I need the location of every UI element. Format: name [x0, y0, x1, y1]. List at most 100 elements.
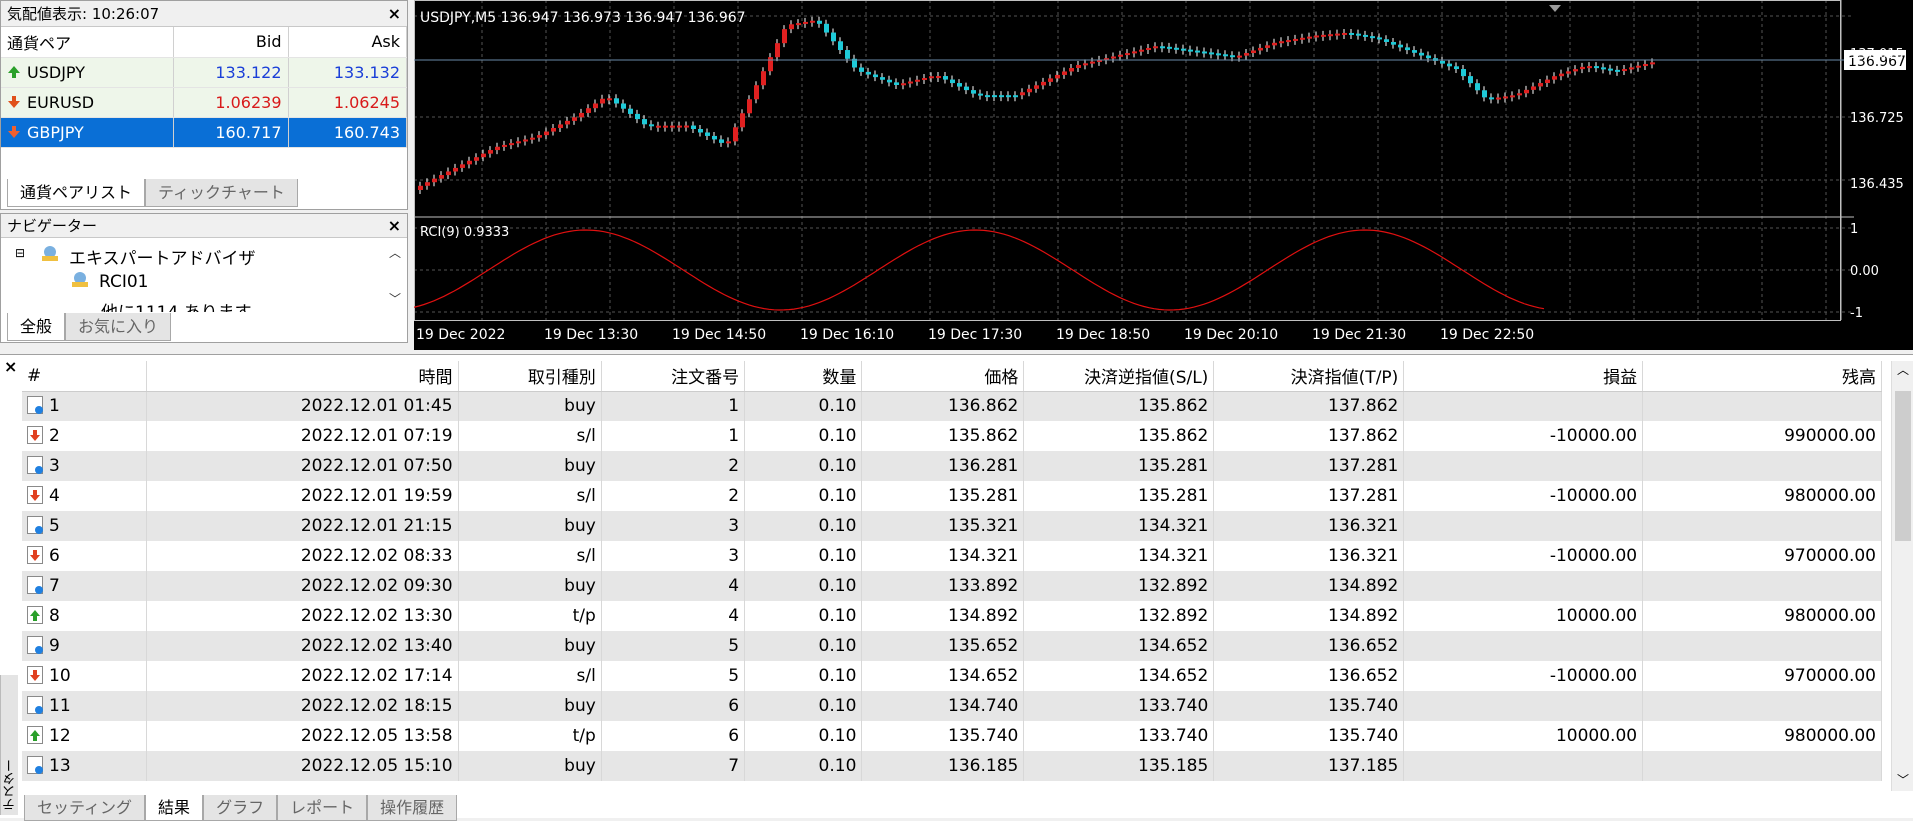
cell-2: buy [458, 391, 602, 421]
scroll-down-icon[interactable]: ﹀ [389, 290, 403, 307]
col-symbol[interactable]: 通貨ペア [1, 27, 174, 58]
cell-9 [1642, 511, 1882, 541]
candle-body [1153, 46, 1158, 49]
cell-1: 2022.12.02 17:14 [146, 661, 459, 691]
table-row[interactable]: 12 2022.12.05 13:58 t/p 6 0.10 135.740 133.740… [22, 721, 1882, 751]
col-header[interactable]: 時間 [146, 361, 459, 392]
candle-body [453, 167, 458, 172]
results-scrollbar[interactable]: ︿ ﹀ [1891, 361, 1913, 791]
candle-body [586, 108, 591, 113]
tree-item-more[interactable]: 他に1114 あります [101, 298, 252, 312]
cell-1: 2022.12.02 18:15 [146, 691, 459, 721]
col-ask[interactable]: Ask [288, 27, 407, 58]
col-header[interactable]: 決済指値(T/P) [1213, 361, 1405, 392]
cell-9: 970000.00 [1642, 661, 1882, 691]
scroll-up-icon[interactable]: ︿ [389, 244, 403, 261]
candle-body [614, 98, 619, 104]
col-header[interactable]: 残高 [1642, 361, 1882, 392]
tab-tester-0[interactable]: セッティング [24, 795, 146, 821]
candle-body [1244, 53, 1249, 56]
candle-body [1146, 47, 1151, 50]
symbol-row-gbpjpy[interactable]: GBPJPY 160.717 160.743 [1, 117, 407, 148]
candle-body [1454, 66, 1459, 70]
col-header[interactable]: 取引種別 [458, 361, 602, 392]
cell-6: 133.740 [1023, 721, 1215, 751]
cell-4: 0.10 [744, 691, 863, 721]
candle-body [600, 98, 605, 104]
table-row[interactable]: 3 2022.12.01 07:50 buy 2 0.10 136.281 135.281 1… [22, 451, 1882, 481]
tree-item-rci01[interactable]: RCI01 [99, 272, 148, 292]
tab-tick-chart[interactable]: ティックチャート [145, 179, 298, 207]
col-header[interactable]: 注文番号 [601, 361, 746, 392]
candle-body [1636, 65, 1641, 68]
table-row[interactable]: 8 2022.12.02 13:30 t/p 4 0.10 134.892 132.892 1… [22, 601, 1882, 631]
cell-1: 2022.12.01 07:50 [146, 451, 459, 481]
table-row[interactable]: 1 2022.12.01 01:45 buy 1 0.10 136.862 135.862 1… [22, 391, 1882, 421]
symbol-row-eurusd[interactable]: EURUSD 1.06239 1.06245 [1, 87, 407, 118]
tester-tabs: セッティング 結果 グラフ レポート 操作履歴 [24, 795, 458, 821]
tab-tester-1[interactable]: 結果 [145, 795, 204, 821]
cell-1: 2022.12.05 13:58 [146, 721, 459, 751]
close-icon[interactable]: × [388, 1, 401, 27]
candle-body [1426, 55, 1431, 59]
candle-body [873, 74, 878, 78]
tree-collapse-icon[interactable]: ⊟ [15, 246, 25, 260]
time-tick-label: 19 Dec 21:30 [1312, 327, 1406, 343]
tab-tester-3[interactable]: レポート [277, 795, 368, 821]
col-header[interactable]: # [22, 361, 148, 392]
table-row[interactable]: 6 2022.12.02 08:33 s/l 3 0.10 134.321 134.321 1… [22, 541, 1882, 571]
candle-body [418, 185, 423, 190]
tree-item-expert-advisors[interactable]: エキスパートアドバイザ [69, 244, 256, 269]
candle-body [1447, 63, 1452, 67]
tab-tester-2[interactable]: グラフ [203, 795, 278, 821]
close-icon[interactable]: × [388, 214, 401, 238]
order-buy-icon [27, 636, 43, 654]
cell-4: 0.10 [744, 541, 863, 571]
navigator-panel: ナビゲーター × ⊟ エキスパートアドバイザ RCI01 他に1114 あります… [0, 213, 408, 343]
candle-body [880, 77, 885, 80]
candle-body [1090, 61, 1095, 64]
col-header[interactable]: 数量 [744, 361, 863, 392]
cell-3: 4 [601, 601, 746, 631]
table-row[interactable]: 13 2022.12.05 15:10 buy 7 0.10 136.185 135.185… [22, 751, 1882, 781]
tab-favorites[interactable]: お気に入り [65, 313, 172, 341]
candle-body [964, 86, 969, 91]
candle-body [1419, 52, 1424, 56]
tab-tester-4[interactable]: 操作履歴 [367, 795, 458, 821]
table-row[interactable]: 10 2022.12.02 17:14 s/l 5 0.10 134.652 134.652… [22, 661, 1882, 691]
col-header[interactable]: 価格 [861, 361, 1025, 392]
table-row[interactable]: 2 2022.12.01 07:19 s/l 1 0.10 135.862 135.862 1… [22, 421, 1882, 451]
table-row[interactable]: 4 2022.12.01 19:59 s/l 2 0.10 135.281 135.281 1… [22, 481, 1882, 511]
candle-body [593, 103, 598, 109]
col-bid[interactable]: Bid [173, 27, 289, 58]
cell-4: 0.10 [744, 721, 863, 751]
candle-body [1384, 39, 1389, 42]
rci-tick-label: -1 [1850, 306, 1863, 321]
tab-general[interactable]: 全般 [7, 313, 66, 341]
cell-4: 0.10 [744, 451, 863, 481]
cell-6: 134.652 [1023, 631, 1215, 661]
candle-body [663, 125, 668, 128]
chart-window[interactable]: USDJPY,M5 136.947 136.973 136.947 136.96… [413, 0, 1913, 350]
tab-symbol-list[interactable]: 通貨ペアリスト [7, 179, 146, 207]
candle-body [1307, 36, 1312, 39]
table-row[interactable]: 7 2022.12.02 09:30 buy 4 0.10 133.892 132.892 1… [22, 571, 1882, 601]
price-chart[interactable]: USDJPY,M5 136.947 136.973 136.947 136.96… [413, 0, 1913, 350]
candle-body [1363, 34, 1368, 37]
table-row[interactable]: 5 2022.12.01 21:15 buy 3 0.10 135.321 134.321 1… [22, 511, 1882, 541]
cell-6: 135.185 [1023, 751, 1215, 781]
cell-8: 10000.00 [1403, 601, 1644, 631]
scroll-down-icon[interactable]: ﹀ [1897, 771, 1909, 788]
close-icon[interactable]: × [4, 357, 17, 376]
candle-body [936, 76, 941, 79]
candle-body [1125, 53, 1130, 56]
symbol-row-usdjpy[interactable]: USDJPY 133.122 133.132 [1, 57, 407, 88]
table-row[interactable]: 9 2022.12.02 13:40 buy 5 0.10 135.652 134.652 1… [22, 631, 1882, 661]
candle-body [1237, 55, 1242, 58]
table-row[interactable]: 11 2022.12.02 18:15 buy 6 0.10 134.740 133.740… [22, 691, 1882, 721]
col-header[interactable]: 損益 [1403, 361, 1644, 392]
scroll-thumb[interactable] [1895, 391, 1911, 541]
cell-4: 0.10 [744, 421, 863, 451]
scroll-up-icon[interactable]: ︿ [1897, 361, 1909, 378]
col-header[interactable]: 決済逆指値(S/L) [1023, 361, 1215, 392]
